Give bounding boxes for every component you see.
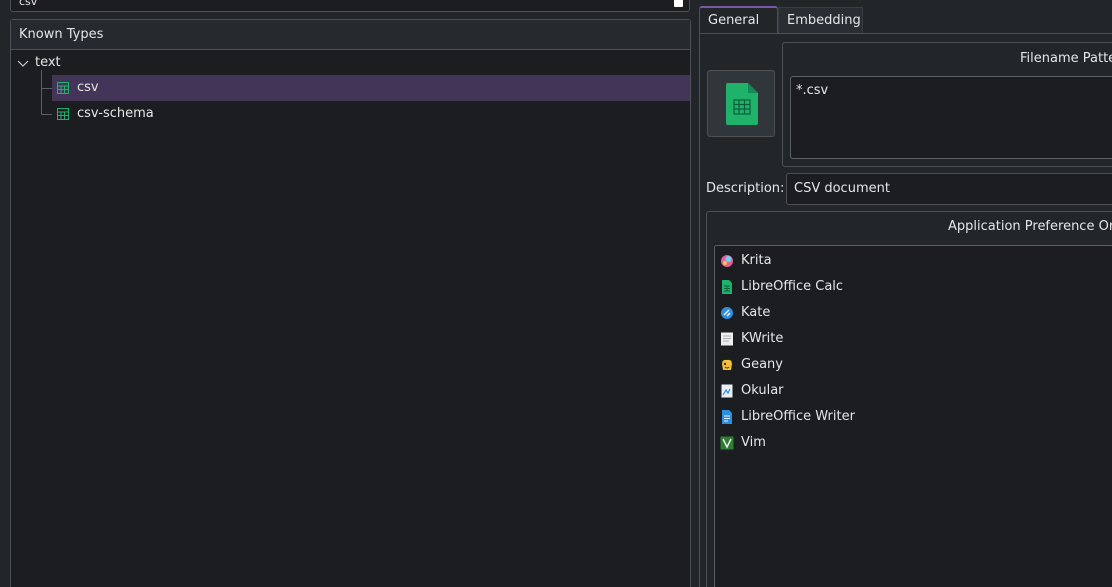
known-types-tree[interactable]: Known Types text csv csv-schema [10,19,691,587]
spreadsheet-icon [57,108,69,120]
app-label: Vim [741,435,766,450]
krita-icon [721,255,733,267]
app-label: Krita [741,253,772,268]
tree-item-csv[interactable]: csv [52,75,690,101]
tree-folder-label: text [35,55,61,70]
filename-patterns-list[interactable]: *.csv [790,76,1112,159]
search-query: csv [19,0,38,8]
kate-icon [721,307,733,319]
application-preference-title: Application Preference Ord [948,219,1112,234]
application-list[interactable]: Krita LibreOffice Calc Kate KWrite Geany… [714,245,1112,587]
app-label: KWrite [741,331,784,346]
app-label: Kate [741,305,771,320]
tab-embedding[interactable]: Embedding [778,7,863,34]
vim-icon [720,436,734,450]
spreadsheet-document-icon [726,83,758,125]
tree-item-label: csv [77,80,99,95]
tree-item-label: csv-schema [77,106,154,121]
app-label: LibreOffice Writer [741,409,855,424]
mimetype-icon-button[interactable] [707,70,775,137]
spreadsheet-icon [57,82,69,94]
tree-branch-line [41,88,52,89]
pattern-item[interactable]: *.csv [796,83,828,98]
geany-icon [722,359,732,370]
description-field[interactable]: CSV document [786,173,1112,205]
tab-general[interactable]: General [699,6,778,34]
filename-patterns-title: Filename Patter [1020,51,1112,66]
libreoffice-calc-icon [722,280,732,294]
kwrite-icon [721,332,733,346]
tree-item-csv-schema[interactable]: csv-schema [52,101,690,127]
app-label: Geany [741,357,783,372]
tree-branch-line [41,114,52,115]
tree-header[interactable]: Known Types [11,20,690,50]
description-label: Description: [706,181,785,196]
search-input[interactable]: csv [10,0,690,12]
libreoffice-writer-icon [722,410,732,424]
tree-branch-line [41,70,42,114]
okular-icon [721,384,733,398]
clear-search-icon[interactable] [674,0,683,7]
app-label: LibreOffice Calc [741,279,844,294]
chevron-down-icon[interactable] [17,57,29,69]
app-label: Okular [741,383,784,398]
